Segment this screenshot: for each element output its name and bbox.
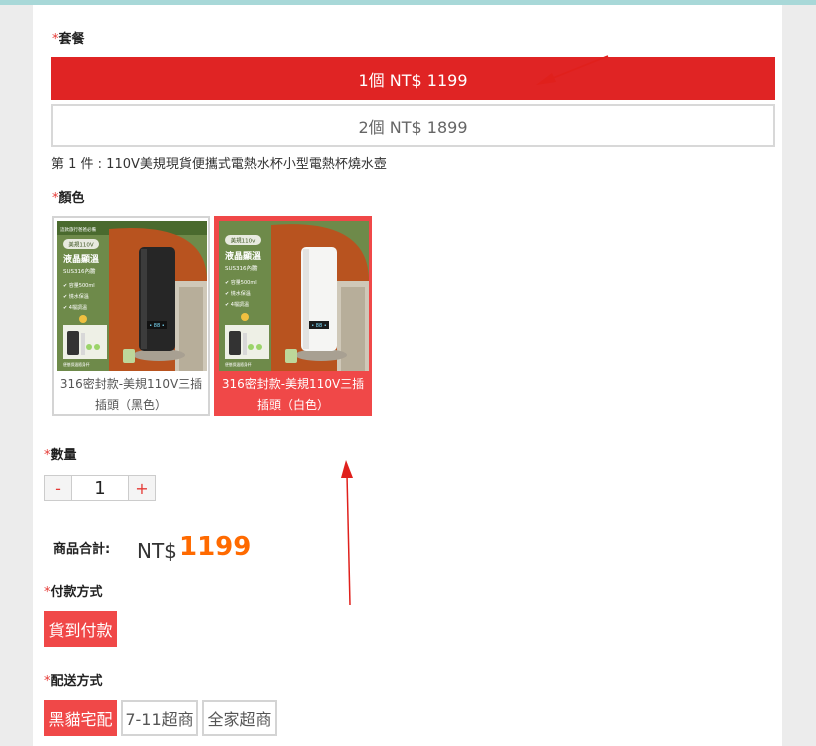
svg-text:便攜保溫隨身杯: 便攜保溫隨身杯 [225, 362, 252, 367]
svg-text:✔ 容量500ml: ✔ 容量500ml [225, 279, 257, 286]
quantity-plus-button[interactable]: + [128, 475, 156, 501]
svg-text:美規110v: 美規110v [231, 237, 256, 245]
shipping-option-home-delivery[interactable]: 黑貓宅配 [44, 700, 117, 736]
color-option-caption: 316密封款-美規110V三插插頭（白色） [221, 377, 365, 412]
package-option-2[interactable]: 2個 NT$ 1899 [51, 104, 775, 147]
svg-text:便攜保溫隨身杯: 便攜保溫隨身杯 [63, 362, 90, 367]
svg-text:液晶顯溫: 液晶顯溫 [225, 250, 261, 262]
quantity-stepper: - 1 + [44, 475, 156, 501]
package-option-1[interactable]: 1個 NT$ 1199 [51, 57, 775, 100]
svg-text:• 88 •: • 88 • [311, 323, 326, 329]
color-option-caption: 316密封款-美規110V三插插頭（黑色） [59, 377, 203, 412]
quantity-label: *數量 [44, 448, 77, 463]
color-option-black[interactable]: • 88 • 這款旅行爸爸必備 美規110V 液晶顯溫 SUS316內膽 ✔ 容… [52, 216, 210, 416]
shipping-option-711[interactable]: 7-11超商 [121, 700, 198, 736]
payment-option-cod[interactable]: 貨到付款 [44, 611, 117, 647]
total-label: 商品合計: [53, 542, 111, 557]
svg-text:SUS316內膽: SUS316內膽 [63, 267, 96, 275]
svg-text:這款旅行爸爸必備: 這款旅行爸爸必備 [60, 226, 96, 233]
svg-text:✔ 容量500ml: ✔ 容量500ml [63, 282, 95, 289]
svg-text:美規110V: 美規110V [68, 241, 93, 249]
svg-text:✔ 4檔調溫: ✔ 4檔調溫 [63, 304, 87, 311]
shipping-label: *配送方式 [44, 674, 103, 689]
svg-text:SUS316內膽: SUS316內膽 [225, 264, 258, 272]
color-option-white[interactable]: • 88 • 美規110v 液晶顯溫 SUS316內膽 ✔ 容量500ml ✔ … [214, 216, 372, 416]
svg-text:✔ 4檔調溫: ✔ 4檔調溫 [225, 301, 249, 308]
color-label: *顏色 [52, 191, 85, 206]
quantity-input[interactable]: 1 [72, 475, 128, 501]
package-description: 第 1 件 : 110V美規現貨便攜式電熱水杯小型電熱杯燒水壺 [51, 157, 387, 172]
svg-text:• 88 •: • 88 • [149, 323, 164, 329]
svg-text:✔ 燒水保溫: ✔ 燒水保溫 [225, 290, 251, 297]
quantity-minus-button[interactable]: - [44, 475, 72, 501]
product-image-white: • 88 • 美規110v 液晶顯溫 SUS316內膽 ✔ 容量500ml ✔ … [219, 221, 369, 371]
order-form-panel: *套餐 1個 NT$ 1199 2個 NT$ 1899 第 1 件 : 110V… [33, 5, 782, 746]
product-image-black: • 88 • 這款旅行爸爸必備 美規110V 液晶顯溫 SUS316內膽 ✔ 容… [57, 221, 207, 371]
svg-text:液晶顯溫: 液晶顯溫 [63, 253, 99, 265]
svg-text:✔ 燒水保溫: ✔ 燒水保溫 [63, 293, 89, 300]
total-currency: NT$ [137, 539, 177, 563]
total-amount: 1199 [179, 532, 252, 562]
payment-label: *付款方式 [44, 585, 103, 600]
package-label: *套餐 [52, 32, 85, 47]
shipping-option-familymart[interactable]: 全家超商 [202, 700, 277, 736]
